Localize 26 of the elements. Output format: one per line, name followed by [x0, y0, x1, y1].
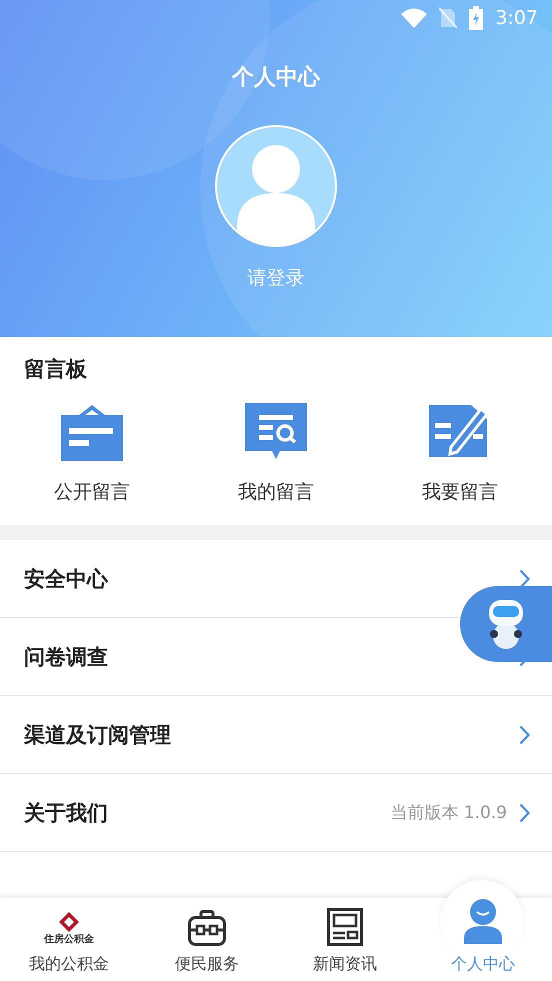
message-option[interactable]: 我的留言: [184, 403, 368, 505]
person-icon: [463, 898, 503, 944]
version-text: 当前版本 1.0.9: [390, 802, 507, 824]
page-title: 个人中心: [232, 64, 320, 92]
no-sim-icon: [439, 7, 458, 29]
notice-board-icon: [61, 403, 123, 461]
tab-item[interactable]: 新闻资讯: [276, 898, 414, 981]
menu-item[interactable]: 问卷调查: [24, 642, 108, 670]
tab-item[interactable]: 便民服务: [138, 898, 276, 981]
briefcase-icon: [188, 910, 226, 946]
message-search-icon: [245, 403, 307, 461]
menu-item[interactable]: 安全中心: [24, 564, 108, 592]
robot-icon: [486, 598, 526, 650]
logo-text: 住房公积金: [44, 932, 94, 946]
section-title: 留言板: [23, 356, 88, 383]
newspaper-icon: [327, 908, 363, 946]
message-option[interactable]: 我要留言: [368, 403, 552, 505]
wifi-icon: [401, 8, 428, 28]
diamond-logo-icon: [58, 912, 80, 932]
tab-item[interactable]: 住房公积金 我的公积金: [0, 898, 138, 981]
status-time: 3:07: [495, 7, 538, 29]
battery-charging-icon: [469, 6, 484, 30]
menu-item[interactable]: 渠道及订阅管理: [24, 720, 171, 748]
message-option[interactable]: 公开留言: [0, 403, 184, 505]
assistant-button[interactable]: [460, 586, 552, 662]
menu-item[interactable]: 关于我们: [24, 798, 108, 826]
